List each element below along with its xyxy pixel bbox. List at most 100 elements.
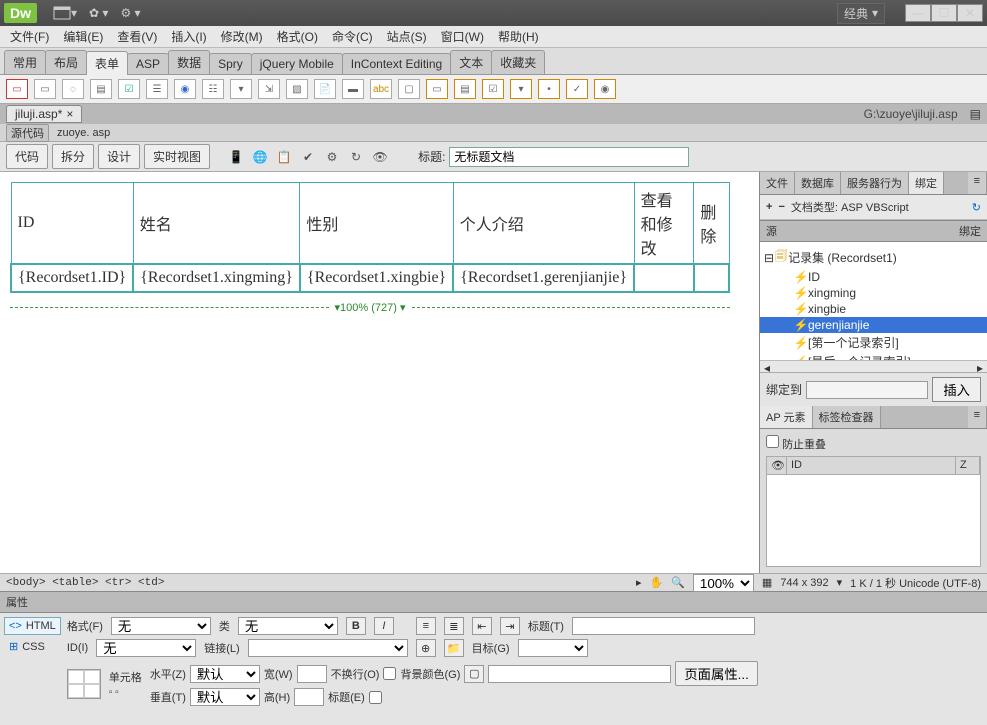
prop-width-input[interactable] [297, 665, 327, 683]
prop-vert-select[interactable]: 默认 [190, 688, 260, 706]
th-edit[interactable]: 查看和修改 [634, 183, 694, 265]
radio-icon[interactable]: ◉ [174, 79, 196, 99]
related-file[interactable]: zuoye. asp [57, 127, 110, 139]
spry-validate-text-icon[interactable]: ▭ [426, 79, 448, 99]
select-tool-icon[interactable]: ▸ [636, 576, 642, 589]
prop-bgcolor-input[interactable] [488, 665, 671, 683]
th-del[interactable]: 删除 [694, 183, 729, 265]
textarea-icon[interactable]: ▤ [90, 79, 112, 99]
panel-tab-ap[interactable]: AP 元素 [760, 406, 813, 428]
outdent-button[interactable]: ⇤ [472, 617, 492, 635]
prop-format-select[interactable]: 无 [111, 617, 211, 635]
preview-browser-icon[interactable]: 🌐 [250, 147, 270, 167]
insert-tab-forms[interactable]: 表单 [86, 51, 128, 75]
th-name[interactable]: 姓名 [133, 183, 300, 265]
italic-button[interactable]: I [374, 617, 394, 635]
tree-item[interactable]: ⚡[最后一个记录索引] [760, 352, 987, 360]
spry-validate-checkbox-icon[interactable]: ☑ [482, 79, 504, 99]
insert-tab-common[interactable]: 常用 [4, 50, 46, 74]
td-del[interactable] [694, 264, 729, 292]
tree-root[interactable]: ⊟ 🗐 记录集 (Recordset1) [760, 246, 987, 269]
insert-tab-jquery[interactable]: jQuery Mobile [251, 53, 343, 74]
hand-tool-icon[interactable]: ✋ [650, 576, 664, 589]
insert-tab-text[interactable]: 文本 [450, 50, 492, 74]
zoom-tool-icon[interactable]: 🔍 [671, 576, 685, 589]
textfield-icon[interactable]: ▭ [34, 79, 56, 99]
td-id[interactable]: {Recordset1.ID} [11, 264, 133, 292]
doc-menu-icon[interactable]: ▤ [970, 107, 981, 121]
ol-button[interactable]: ≣ [444, 617, 464, 635]
panel-tab-serverbehav[interactable]: 服务器行为 [841, 172, 909, 194]
viewport-size[interactable]: 744 x 392 [780, 577, 828, 589]
checkbox-icon[interactable]: ☑ [118, 79, 140, 99]
view-live-button[interactable]: 实时视图 [144, 144, 210, 169]
site-menu-icon[interactable]: ⚙ ▾ [120, 6, 140, 20]
extend-menu-icon[interactable]: ✿ ▾ [89, 6, 108, 20]
source-code-tab[interactable]: 源代码 [6, 124, 49, 142]
ap-col-z[interactable]: Z [956, 457, 980, 474]
button-icon[interactable]: ▬ [342, 79, 364, 99]
insert-tab-fav[interactable]: 收藏夹 [491, 50, 545, 74]
panel-tab-taginspect[interactable]: 标签检查器 [813, 406, 881, 428]
filefield-icon[interactable]: 📄 [314, 79, 336, 99]
view-split-button[interactable]: 拆分 [52, 144, 94, 169]
prop-id-select[interactable]: 无 [96, 639, 196, 657]
ul-button[interactable]: ≡ [416, 617, 436, 635]
th-intro[interactable]: 个人介绍 [453, 183, 634, 265]
ap-col-vis[interactable]: 👁 [767, 457, 787, 474]
page-properties-button[interactable]: 页面属性... [675, 661, 757, 686]
ap-element-list[interactable] [766, 475, 981, 567]
td-gender[interactable]: {Recordset1.xingbie} [300, 264, 453, 292]
tree-item[interactable]: ⚡xingbie [760, 301, 987, 317]
ap-col-id[interactable]: ID [787, 457, 956, 474]
tree-item-selected[interactable]: ⚡gerenjianjie [760, 317, 987, 333]
visual-aids-icon[interactable]: 👁 [370, 147, 390, 167]
panel-menu-icon[interactable]: ≡ [968, 172, 987, 194]
point-to-file-icon[interactable]: ⊕ [416, 639, 436, 657]
ap-panel-menu-icon[interactable]: ≡ [968, 406, 987, 428]
document-tab[interactable]: jiluji.asp* × [6, 105, 82, 123]
insert-tab-ice[interactable]: InContext Editing [342, 53, 451, 74]
device-preview-icon[interactable]: ▦ [762, 576, 772, 589]
panel-tab-files[interactable]: 文件 [760, 172, 795, 194]
prevent-overlap-checkbox[interactable]: 防止重叠 [766, 439, 826, 451]
prop-horiz-select[interactable]: 默认 [190, 665, 260, 683]
prop-class-select[interactable]: 无 [238, 617, 338, 635]
prop-mode-css[interactable]: ⊞CSS [4, 637, 61, 656]
prop-mode-html[interactable]: <>HTML [4, 617, 61, 635]
imagefield-icon[interactable]: ▧ [286, 79, 308, 99]
td-intro[interactable]: {Recordset1.gerenjianjie} [453, 264, 634, 292]
prop-header-check[interactable] [369, 691, 382, 704]
tree-item[interactable]: ⚡xingming [760, 285, 987, 301]
layout-menu-icon[interactable]: ▾ [53, 6, 77, 20]
menu-view[interactable]: 查看(V) [111, 26, 163, 47]
insert-binding-button[interactable]: 插入 [932, 377, 981, 402]
spry-validate-radio-icon[interactable]: ◉ [594, 79, 616, 99]
td-edit[interactable] [634, 264, 694, 292]
design-view[interactable]: ID 姓名 性别 个人介绍 查看和修改 删除 {Recordset1.ID} {… [0, 172, 759, 573]
form-icon[interactable]: ▭ [6, 79, 28, 99]
checkboxgroup-icon[interactable]: ☰ [146, 79, 168, 99]
zoom-select[interactable]: 100% [693, 574, 754, 592]
spry-validate-select-icon[interactable]: ▾ [510, 79, 532, 99]
prop-height-input[interactable] [294, 688, 324, 706]
menu-site[interactable]: 站点(S) [381, 26, 433, 47]
menu-window[interactable]: 窗口(W) [435, 26, 490, 47]
prop-nowrap-check[interactable] [383, 667, 396, 680]
view-design-button[interactable]: 设计 [98, 144, 140, 169]
indent-button[interactable]: ⇥ [500, 617, 520, 635]
prop-target-select[interactable] [518, 639, 588, 657]
th-gender[interactable]: 性别 [300, 183, 453, 265]
maximize-button[interactable]: ☐ [931, 4, 957, 22]
insert-tab-layout[interactable]: 布局 [45, 50, 87, 74]
insert-tab-asp[interactable]: ASP [127, 53, 169, 74]
refresh-icon[interactable]: ↻ [346, 147, 366, 167]
minimize-button[interactable]: — [905, 4, 931, 22]
hidden-icon[interactable]: ◌ [62, 79, 84, 99]
spry-validate-confirm-icon[interactable]: ✓ [566, 79, 588, 99]
close-tab-icon[interactable]: × [66, 107, 73, 121]
th-id[interactable]: ID [11, 183, 133, 265]
radiogroup-icon[interactable]: ☷ [202, 79, 224, 99]
view-code-button[interactable]: 代码 [6, 144, 48, 169]
fieldset-icon[interactable]: ▢ [398, 79, 420, 99]
